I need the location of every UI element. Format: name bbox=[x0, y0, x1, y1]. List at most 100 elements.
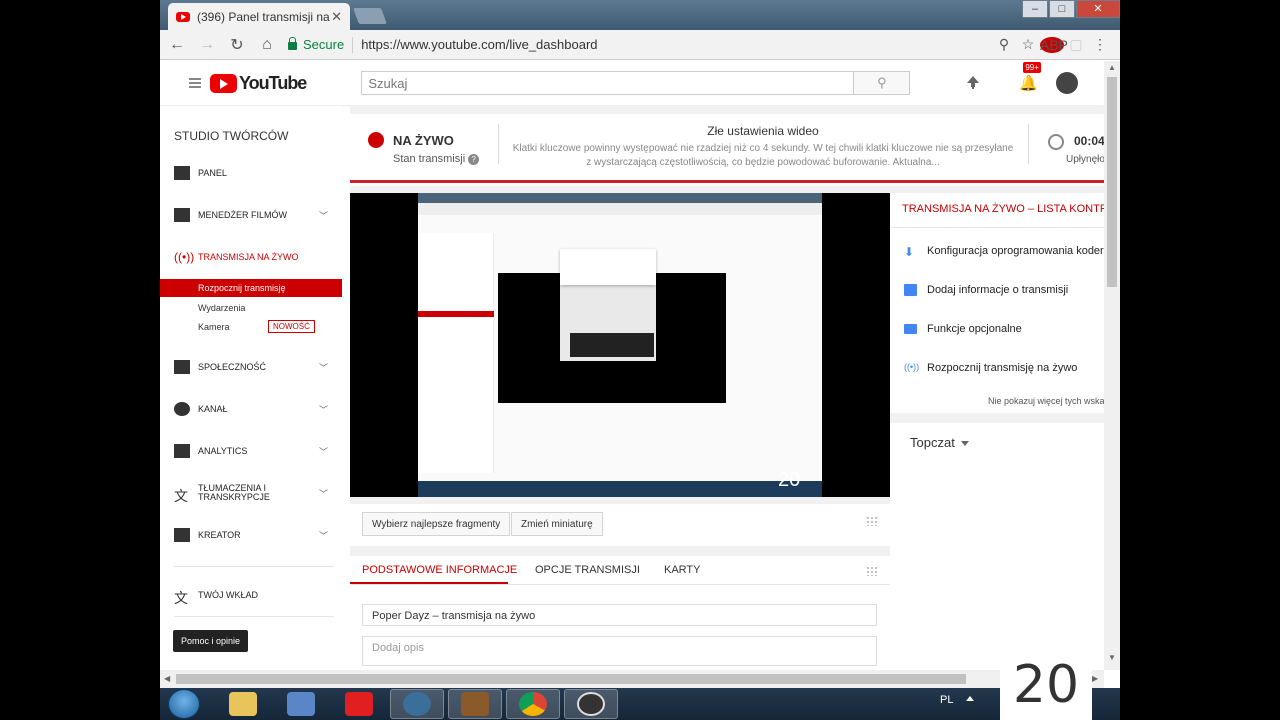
menu-dots-icon[interactable]: ⋮ bbox=[1088, 36, 1112, 53]
obs-icon bbox=[577, 692, 605, 716]
search-button[interactable]: ⚲ bbox=[854, 71, 911, 95]
sidebar-item-video-manager[interactable]: MENEDŻER FILMÓW ﹀ bbox=[174, 208, 328, 222]
browser-tab[interactable]: (396) Panel transmisji na ✕ bbox=[168, 3, 350, 30]
checklist-item-go-live[interactable]: ((•)) Rozpocznij transmisję na żywo bbox=[904, 362, 1077, 374]
minimize-icon[interactable]: – bbox=[1022, 0, 1048, 18]
drag-handle-icon[interactable] bbox=[866, 516, 878, 526]
youtube-masthead: YouTube Szukaj ⚲ 🔔 99+ bbox=[160, 61, 1104, 105]
tab-cards[interactable]: KARTY bbox=[664, 564, 700, 576]
taskbar-app-2[interactable] bbox=[274, 689, 328, 719]
help-feedback-button[interactable]: Pomoc i opinie bbox=[173, 630, 249, 652]
top-chat-dropdown[interactable]: Topczat bbox=[910, 435, 969, 450]
checklist-item-info[interactable]: Dodaj informacje o transmisji bbox=[904, 284, 1068, 296]
game-icon bbox=[461, 692, 489, 716]
taskbar-app-4[interactable] bbox=[390, 689, 444, 719]
search-input[interactable]: Szukaj bbox=[361, 71, 855, 95]
tab-close-icon[interactable]: ✕ bbox=[331, 9, 342, 25]
tab-stream-options[interactable]: OPCJE TRANSMISJI bbox=[535, 564, 640, 576]
youtube-logo[interactable]: YouTube bbox=[210, 73, 307, 94]
hamburger-menu-icon[interactable] bbox=[189, 78, 201, 88]
taskbar-obs[interactable] bbox=[564, 689, 618, 719]
live-dashboard-main: NA ŻYWO Stan transmisji? Złe ustawienia … bbox=[350, 106, 1120, 670]
live-broadcast-icon: ((•)) bbox=[904, 362, 920, 372]
checklist-item-encoder[interactable]: ⬇ Konfiguracja oprogramowania koderа bbox=[904, 245, 1110, 259]
home-icon[interactable]: ⌂ bbox=[254, 36, 280, 54]
stream-preview-player[interactable]: 20 bbox=[350, 193, 890, 497]
help-question-icon[interactable]: ? bbox=[468, 154, 480, 165]
choose-highlights-button[interactable]: Wybierz najlepsze fragmenty bbox=[362, 512, 511, 536]
tray-expand-icon[interactable] bbox=[966, 696, 974, 701]
youtube-play-icon bbox=[210, 73, 237, 93]
vertical-scrollbar[interactable]: ▲ ▼ bbox=[1104, 61, 1120, 670]
app-icon bbox=[287, 692, 315, 716]
download-icon: ⬇ bbox=[904, 245, 915, 259]
scroll-left-icon[interactable]: ◀ bbox=[164, 674, 170, 683]
sidebar-item-contributions[interactable]: 文 TWÓJ WKŁAD bbox=[174, 588, 328, 606]
bookmark-star-icon[interactable]: ☆ bbox=[1016, 36, 1040, 53]
creator-studio-sidebar: STUDIO TWÓRCÓW PANEL MENEDŻER FILMÓW ﹀ (… bbox=[160, 106, 342, 670]
sidebar-item-label: PANEL bbox=[198, 168, 227, 178]
url-text[interactable]: https://www.youtube.com/live_dashboard bbox=[361, 37, 597, 52]
preview-counter: 20 bbox=[778, 469, 801, 491]
horizontal-scrollbar[interactable]: ◀ ▶ bbox=[160, 670, 1104, 688]
language-indicator[interactable]: PL bbox=[940, 694, 953, 706]
reload-icon[interactable]: ↻ bbox=[224, 35, 250, 55]
forward-arrow-icon[interactable]: → bbox=[194, 36, 220, 54]
scroll-right-icon[interactable]: ▶ bbox=[1092, 674, 1098, 683]
address-bar[interactable]: Secure https://www.youtube.com/live_dash… bbox=[288, 36, 992, 53]
description-field[interactable]: Dodaj opis bbox=[362, 636, 877, 666]
upload-icon[interactable] bbox=[967, 76, 980, 90]
chevron-down-icon[interactable]: ﹀ bbox=[319, 445, 328, 458]
new-tab-button[interactable] bbox=[353, 8, 387, 24]
bar-chart-icon bbox=[904, 284, 917, 296]
preview-tooltip bbox=[560, 249, 656, 285]
checklist-item-optional[interactable]: Funkcje opcjonalne bbox=[904, 323, 1022, 335]
stream-info-tabs: PODSTAWOWE INFORMACJE OPCJE TRANSMISJI K… bbox=[350, 556, 890, 670]
browser-window: (396) Panel transmisji na ✕ – □ ✕ ← → ↻ … bbox=[160, 0, 1120, 688]
notification-bell-icon[interactable]: 🔔 99+ bbox=[1019, 62, 1041, 92]
zoom-icon[interactable]: ⚲ bbox=[992, 36, 1016, 53]
sidebar-subitem-events[interactable]: Wydarzenia bbox=[198, 303, 245, 313]
chevron-down-icon[interactable]: ﹀ bbox=[319, 529, 328, 542]
window-controls: – □ ✕ bbox=[1021, 0, 1120, 18]
change-thumbnail-button[interactable]: Zmień miniaturę bbox=[511, 512, 603, 536]
chevron-down-icon[interactable]: ﹀ bbox=[319, 209, 328, 222]
sidebar-item-panel[interactable]: PANEL bbox=[174, 166, 328, 180]
close-window-icon[interactable]: ✕ bbox=[1076, 0, 1120, 18]
checklist-item-label: Konfiguracja oprogramowania koderа bbox=[927, 245, 1110, 257]
taskbar-app-3[interactable] bbox=[332, 689, 386, 719]
sidebar-item-live-streaming[interactable]: ((•)) TRANSMISJA NA ŻYWO bbox=[174, 250, 328, 264]
translate-icon: 文 bbox=[174, 488, 188, 504]
preview-tabstrip bbox=[418, 193, 822, 203]
chevron-down-icon[interactable]: ﹀ bbox=[319, 487, 328, 500]
sidebar-item-translations[interactable]: 文 TŁUMACZENIA I TRANSKRYPCJE ﹀ bbox=[174, 483, 328, 505]
horizontal-scroll-thumb[interactable] bbox=[176, 674, 966, 684]
adblock-extension-icon[interactable]: ABP bbox=[1040, 36, 1068, 53]
drag-handle-icon[interactable] bbox=[866, 566, 878, 576]
sidebar-item-creator[interactable]: KREATOR ﹀ bbox=[174, 528, 328, 542]
sidebar-divider bbox=[174, 616, 334, 617]
scroll-down-icon[interactable]: ▼ bbox=[1108, 653, 1116, 662]
sidebar-item-label: TŁUMACZENIA I TRANSKRYPCJE bbox=[198, 483, 270, 502]
avatar[interactable] bbox=[1056, 72, 1078, 94]
browser-toolbar: ← → ↻ ⌂ Secure https://www.youtube.com/l… bbox=[160, 30, 1120, 60]
extension-icon[interactable]: ▢ bbox=[1064, 36, 1088, 53]
sidebar-item-channel[interactable]: KANAŁ ﹀ bbox=[174, 402, 328, 416]
chevron-down-icon[interactable]: ﹀ bbox=[319, 403, 328, 416]
sidebar-subitem-camera[interactable]: Kamera bbox=[198, 322, 230, 332]
chevron-down-icon[interactable]: ﹀ bbox=[319, 361, 328, 374]
scroll-up-icon[interactable]: ▲ bbox=[1108, 63, 1116, 72]
taskbar-chrome[interactable] bbox=[506, 689, 560, 719]
back-arrow-icon[interactable]: ← bbox=[164, 36, 190, 54]
taskbar-app-5[interactable] bbox=[448, 689, 502, 719]
sidebar-subitem-start-stream[interactable]: Rozpocznij transmisję bbox=[160, 279, 342, 297]
taskbar-explorer[interactable] bbox=[216, 689, 270, 719]
dismiss-tips-link[interactable]: Nie pokazuj więcej tych wskazówek bbox=[988, 396, 1120, 406]
start-button-icon[interactable] bbox=[168, 689, 200, 719]
maximize-icon[interactable]: □ bbox=[1049, 0, 1075, 18]
tab-basic-info[interactable]: PODSTAWOWE INFORMACJE bbox=[362, 564, 517, 576]
sidebar-item-analytics[interactable]: ANALYTICS ﹀ bbox=[174, 444, 328, 458]
vertical-scroll-thumb[interactable] bbox=[1107, 77, 1117, 287]
sidebar-item-community[interactable]: SPOŁECZNOŚĆ ﹀ bbox=[174, 360, 328, 374]
stream-title-field[interactable]: Poper Dayz – transmisja na żywo bbox=[362, 604, 877, 626]
